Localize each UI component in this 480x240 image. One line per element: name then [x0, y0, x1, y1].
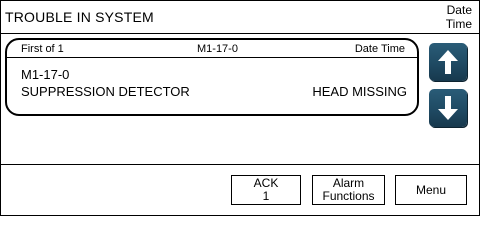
- header-date-time: Date Time: [446, 3, 472, 31]
- event-position: First of 1: [21, 43, 64, 55]
- alarm-functions-label-2: Functions: [322, 189, 375, 203]
- menu-button[interactable]: Menu: [395, 175, 467, 205]
- scroll-up-button[interactable]: [429, 43, 467, 81]
- event-address: M1-17-0: [21, 67, 70, 82]
- arrow-up-icon: [438, 50, 458, 74]
- event-status: HEAD MISSING: [312, 84, 407, 99]
- event-panel-header: First of 1 M1-17-0 Date Time: [7, 40, 417, 58]
- ack-count: 1: [262, 189, 270, 203]
- event-device-type: SUPPRESSION DETECTOR: [21, 84, 190, 99]
- softkey-divider: [1, 164, 479, 165]
- system-status-title: TROUBLE IN SYSTEM: [5, 9, 154, 25]
- ack-button[interactable]: ACK 1: [231, 175, 301, 205]
- event-header-address: M1-17-0: [197, 43, 238, 55]
- header-date: Date: [446, 3, 472, 17]
- event-header-date-time: Date Time: [354, 43, 405, 55]
- status-header: TROUBLE IN SYSTEM Date Time: [1, 1, 479, 34]
- panel-screen: TROUBLE IN SYSTEM Date Time First of 1 M…: [0, 0, 480, 216]
- header-time: Time: [445, 17, 472, 31]
- menu-button-label: Menu: [415, 182, 447, 197]
- event-panel[interactable]: First of 1 M1-17-0 Date Time M1-17-0 SUP…: [5, 38, 419, 116]
- arrow-down-icon: [438, 96, 458, 120]
- scroll-down-button[interactable]: [429, 89, 467, 127]
- alarm-functions-button[interactable]: Alarm Functions: [312, 175, 385, 205]
